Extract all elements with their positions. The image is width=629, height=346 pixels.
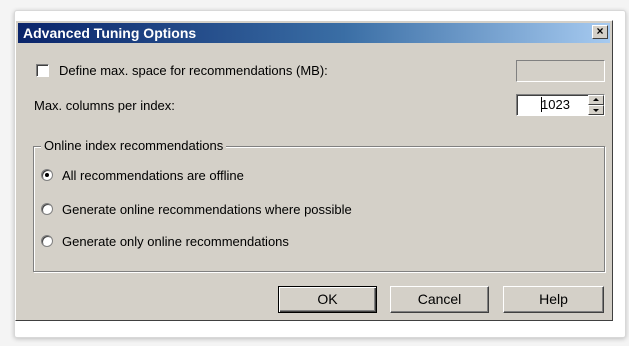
dialog-title: Advanced Tuning Options bbox=[23, 25, 197, 41]
advanced-tuning-dialog: Advanced Tuning Options × Define max. sp… bbox=[15, 20, 613, 321]
max-columns-label: Max. columns per index: bbox=[34, 98, 175, 113]
radio-button[interactable] bbox=[41, 169, 53, 181]
radio-label[interactable]: All recommendations are offline bbox=[62, 168, 244, 184]
spin-down-button[interactable] bbox=[588, 105, 604, 115]
radio-button[interactable] bbox=[41, 203, 53, 215]
spin-up-button[interactable] bbox=[588, 95, 604, 105]
radio-button[interactable] bbox=[41, 235, 53, 247]
arrow-up-icon bbox=[593, 98, 599, 101]
max-columns-value[interactable]: 1023 bbox=[541, 97, 570, 113]
help-button[interactable]: Help bbox=[503, 286, 604, 313]
radio-label[interactable]: Generate only online recommendations bbox=[62, 234, 289, 250]
text-caret bbox=[541, 97, 542, 112]
spinner-buttons bbox=[588, 95, 604, 115]
max-space-checkbox[interactable] bbox=[36, 64, 49, 77]
title-bar[interactable]: Advanced Tuning Options × bbox=[18, 23, 610, 43]
close-icon: × bbox=[596, 24, 604, 38]
radio-label[interactable]: Generate online recommendations where po… bbox=[62, 202, 352, 218]
close-button[interactable]: × bbox=[592, 25, 608, 39]
cancel-button[interactable]: Cancel bbox=[390, 286, 489, 313]
online-index-group-title: Online index recommendations bbox=[41, 138, 227, 154]
max-space-input bbox=[516, 60, 605, 82]
arrow-down-icon bbox=[593, 109, 599, 112]
max-space-label[interactable]: Define max. space for recommendations (M… bbox=[59, 63, 328, 79]
radio-selected-dot bbox=[45, 173, 49, 177]
ok-button[interactable]: OK bbox=[278, 286, 377, 313]
max-columns-spinner[interactable]: 1023 bbox=[516, 94, 605, 116]
